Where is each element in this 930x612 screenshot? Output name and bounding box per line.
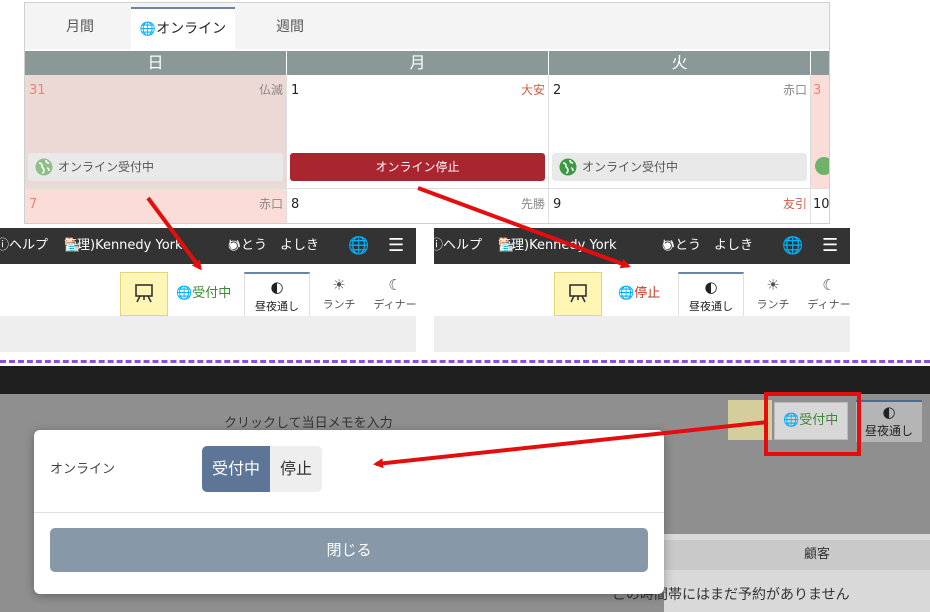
content-area — [434, 316, 850, 352]
help-label: ヘルプ — [443, 238, 483, 253]
tab-weekly[interactable]: 週間 — [255, 7, 325, 49]
help-link[interactable]: ⓘ ヘルプ — [0, 228, 48, 264]
online-status-open[interactable]: オンライン受付中 — [552, 153, 807, 181]
calendar-day-cell[interactable]: 31 仏滅 オンライン受付中 — [25, 75, 287, 189]
calendar-day-cell[interactable]: 10 — [811, 189, 830, 223]
memo-board-button[interactable] — [554, 272, 602, 316]
presentation-board-icon — [569, 284, 587, 303]
half-circle-icon: ◐ — [882, 403, 896, 421]
language-globe-icon[interactable]: 🌐 — [782, 228, 803, 264]
menu-icon[interactable]: ☰ — [388, 228, 404, 264]
day-number: 8 — [291, 197, 300, 212]
calendar-day-cell[interactable]: 3 — [811, 75, 829, 189]
mode-all-day[interactable]: ◐ 昼夜通し — [244, 272, 310, 316]
globe-icon: 🌐 — [618, 286, 635, 301]
tab-monthly[interactable]: 月間 — [45, 7, 115, 49]
mode-all-day[interactable]: ◐ 昼夜通し — [856, 400, 922, 442]
calendar-day-cell[interactable]: 7 赤口 — [25, 189, 287, 223]
globe-icon: 🌐 — [139, 22, 157, 37]
mode-label: 昼夜通し — [864, 424, 913, 438]
online-status-chip[interactable]: 🌐受付中 — [176, 284, 231, 304]
help-link[interactable]: ⓘ ヘルプ — [434, 228, 482, 264]
calendar-panel: 月間 🌐オンライン 週間 日 月 火 31 仏滅 オンライン受付中 1 大安 オ… — [24, 2, 830, 224]
store-label: 管理)Kennedy York — [498, 238, 617, 253]
day-number: 9 — [553, 197, 562, 212]
rokuyo-label: 仏滅 — [258, 83, 283, 97]
calendar-day-cell[interactable]: 8 先勝 — [287, 189, 549, 223]
header-strip-open: ⓘ ヘルプ 🏪 管理)Kennedy York ◉ いとう よしき 🌐 ☰ 🌐受… — [0, 228, 416, 352]
memo-board-button[interactable] — [120, 272, 168, 316]
tab-online[interactable]: 🌐オンライン — [131, 7, 235, 49]
day-number: 31 — [29, 83, 46, 98]
weekday-header: 日 — [25, 51, 286, 75]
weekday-header: 火 — [549, 51, 810, 75]
calendar-day-cell[interactable]: 9 友引 — [549, 189, 811, 223]
language-globe-icon[interactable]: 🌐 — [348, 228, 369, 264]
rokuyo-label: 赤口 — [782, 83, 807, 97]
user-label: いとう よしき — [662, 238, 754, 253]
weekday-header: 月 — [287, 51, 548, 75]
online-status-modal: オンライン 受付中 停止 閉じる — [34, 430, 664, 594]
menu-icon[interactable]: ☰ — [822, 228, 838, 264]
online-status-stopped[interactable]: オンライン停止 — [290, 153, 545, 181]
header-strip-stopped: ⓘ ヘルプ 🏪 管理)Kennedy York ◉ いとう よしき 🌐 ☰ 🌐停… — [434, 228, 850, 352]
top-nav-bar: ⓘ ヘルプ 🏪 管理)Kennedy York ◉ いとう よしき 🌐 ☰ — [434, 228, 850, 264]
top-nav-bar: ⓘ ヘルプ 🏪 管理)Kennedy York ◉ いとう よしき 🌐 ☰ — [0, 228, 416, 264]
modal-divider — [34, 512, 664, 513]
day-number: 10 — [813, 197, 830, 212]
online-status-label: 受付中 — [192, 286, 232, 301]
globe-icon: 🌐 — [176, 286, 193, 301]
customer-column-header: 顧客 — [664, 540, 930, 570]
online-label: オンライン — [50, 462, 116, 477]
day-number: 1 — [291, 83, 300, 98]
online-status-open[interactable]: オンライン受付中 — [28, 153, 283, 181]
mode-label: ディナー — [373, 298, 416, 311]
top-nav-bar — [0, 366, 930, 394]
online-status-label: オンライン受付中 — [582, 160, 679, 174]
mode-label: 昼夜通し — [689, 300, 733, 313]
globe-icon — [559, 158, 577, 186]
globe-icon — [35, 158, 53, 186]
tab-online-label: オンライン — [156, 21, 227, 37]
online-status-chip[interactable]: 🌐停止 — [618, 284, 660, 304]
calendar-day-cell[interactable]: 2 赤口 オンライン受付中 — [549, 75, 811, 189]
online-status-label: オンライン受付中 — [58, 160, 155, 174]
mode-label: 昼夜通し — [255, 300, 299, 313]
mode-label: ランチ — [322, 298, 356, 311]
calendar-day-cell[interactable]: 1 大安 オンライン停止 — [287, 75, 549, 189]
rokuyo-label: 先勝 — [520, 197, 545, 211]
close-button[interactable]: 閉じる — [50, 528, 648, 572]
help-label: ヘルプ — [9, 238, 49, 253]
presentation-board-icon — [135, 284, 153, 303]
moon-icon: ☾ — [388, 276, 402, 294]
half-circle-icon: ◐ — [704, 278, 718, 296]
mode-label: ディナー — [807, 298, 850, 311]
moon-icon: ☾ — [822, 276, 836, 294]
mode-label: ランチ — [756, 298, 790, 311]
day-number: 3 — [813, 83, 822, 98]
rokuyo-label: 友引 — [782, 197, 807, 211]
mode-dinner[interactable]: ☾ ディナー — [796, 272, 850, 316]
day-number: 2 — [553, 83, 562, 98]
rokuyo-label: 赤口 — [258, 197, 283, 211]
mode-dinner[interactable]: ☾ ディナー — [362, 272, 416, 316]
accepting-option[interactable]: 受付中 — [202, 446, 271, 492]
online-status-toggle[interactable]: 受付中 停止 — [202, 446, 323, 492]
globe-icon — [815, 157, 829, 175]
day-memo-hint[interactable]: クリックして当日メモを入力 — [224, 412, 393, 431]
store-label: 管理)Kennedy York — [64, 238, 183, 253]
weekday-header — [811, 51, 829, 75]
content-area — [0, 316, 416, 352]
rokuyo-label: 大安 — [520, 83, 545, 97]
day-number: 7 — [29, 197, 38, 212]
online-status-label: 停止 — [634, 286, 661, 301]
highlight-box — [764, 392, 861, 456]
mode-all-day[interactable]: ◐ 昼夜通し — [678, 272, 744, 316]
half-circle-icon: ◐ — [270, 278, 284, 296]
stopped-option[interactable]: 停止 — [270, 446, 323, 492]
section-divider — [0, 360, 930, 363]
calendar-tabs: 月間 🌐オンライン 週間 — [25, 3, 829, 49]
user-label: いとう よしき — [228, 238, 320, 253]
